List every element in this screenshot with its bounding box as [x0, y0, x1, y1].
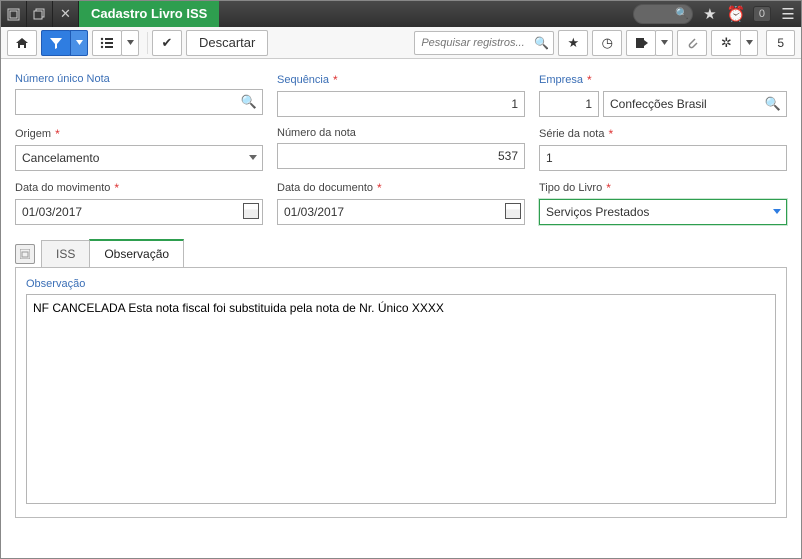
- record-counter: 5: [766, 30, 795, 56]
- form-area: Número único Nota 🔍 Sequência* Empresa*: [1, 59, 801, 239]
- alarm-icon[interactable]: ⏰: [723, 1, 749, 27]
- serie-nota-input[interactable]: [539, 145, 787, 171]
- numero-unico-input[interactable]: [15, 89, 263, 115]
- search-icon: 🔍: [534, 36, 549, 50]
- serie-nota-label: Série da nota*: [539, 127, 787, 141]
- data-doc-input[interactable]: [277, 199, 525, 225]
- collapse-tabs-button[interactable]: [15, 244, 35, 264]
- window-close-icon[interactable]: ✕: [53, 1, 79, 27]
- search-records-input[interactable]: [414, 31, 554, 55]
- timer-button[interactable]: ◷: [592, 30, 622, 56]
- favorite-button[interactable]: ★: [558, 30, 588, 56]
- toolbar: ✔ Descartar 🔍 ★ ◷ ✲ 5: [1, 27, 801, 59]
- topbar-search[interactable]: 🔍: [633, 4, 693, 24]
- confirm-button[interactable]: ✔: [152, 30, 182, 56]
- tab-panel-observacao: Observação: [15, 267, 787, 518]
- calendar-icon[interactable]: [243, 203, 259, 219]
- window-restore-icon[interactable]: [27, 1, 53, 27]
- origem-select[interactable]: Cancelamento: [15, 145, 263, 171]
- window-fullscreen-icon[interactable]: [1, 1, 27, 27]
- settings-dropdown[interactable]: [740, 30, 758, 56]
- empresa-label: Empresa*: [539, 73, 787, 87]
- menu-icon[interactable]: ☰: [775, 1, 801, 27]
- home-button[interactable]: [7, 30, 37, 56]
- export-dropdown[interactable]: [655, 30, 673, 56]
- tab-iss[interactable]: ISS: [41, 240, 90, 267]
- numero-nota-label: Número da nota: [277, 127, 525, 139]
- filter-dropdown[interactable]: [70, 30, 88, 56]
- star-icon[interactable]: ★: [697, 1, 723, 27]
- observacao-label: Observação: [26, 278, 776, 290]
- numero-nota-input[interactable]: [277, 143, 525, 169]
- origem-label: Origem*: [15, 127, 263, 141]
- filter-button[interactable]: [41, 30, 71, 56]
- numero-unico-label: Número único Nota: [15, 73, 263, 85]
- search-icon: 🔍: [675, 7, 689, 20]
- observacao-textarea[interactable]: [26, 294, 776, 504]
- attachment-button[interactable]: [677, 30, 707, 56]
- tipo-livro-label: Tipo do Livro*: [539, 181, 787, 195]
- notification-badge[interactable]: 0: [753, 6, 771, 22]
- sequencia-input[interactable]: [277, 91, 525, 117]
- list-button[interactable]: [92, 30, 122, 56]
- tab-observacao[interactable]: Observação: [89, 239, 184, 267]
- data-doc-label: Data do documento*: [277, 181, 525, 195]
- settings-button[interactable]: ✲: [711, 30, 741, 56]
- calendar-icon[interactable]: [505, 203, 521, 219]
- data-mov-input[interactable]: [15, 199, 263, 225]
- tipo-livro-select[interactable]: Serviços Prestados: [539, 199, 787, 225]
- titlebar: ✕ Cadastro Livro ISS 🔍 ★ ⏰ 0 ☰: [1, 1, 801, 27]
- list-dropdown[interactable]: [121, 30, 139, 56]
- search-records[interactable]: 🔍: [414, 31, 554, 55]
- discard-button[interactable]: Descartar: [186, 30, 268, 56]
- empresa-name-input[interactable]: [603, 91, 787, 117]
- export-button[interactable]: [626, 30, 656, 56]
- sequencia-label: Sequência*: [277, 73, 525, 87]
- data-mov-label: Data do movimento*: [15, 181, 263, 195]
- empresa-code-input[interactable]: [539, 91, 599, 117]
- window-title: Cadastro Livro ISS: [79, 1, 219, 27]
